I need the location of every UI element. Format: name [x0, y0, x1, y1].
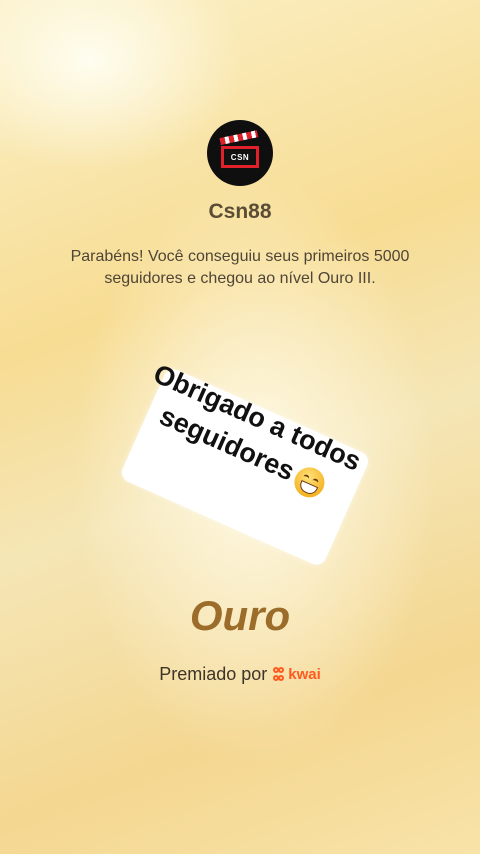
profile-avatar: CSN — [207, 120, 273, 186]
username: Csn88 — [208, 200, 272, 223]
tier-title: Ouro — [189, 592, 291, 639]
clapperboard-icon: CSN — [219, 130, 259, 168]
kwai-icon — [273, 666, 285, 683]
kwai-brand: kwai — [288, 666, 321, 683]
avatar-text: CSN — [224, 149, 256, 165]
achievement-message: Parabéns! Você conseguiu seus primeiros … — [70, 248, 410, 287]
kwai-logo: kwai — [273, 666, 321, 683]
award-credit: Premiado por kwai — [0, 664, 480, 685]
award-prefix: Premiado por — [159, 664, 268, 684]
